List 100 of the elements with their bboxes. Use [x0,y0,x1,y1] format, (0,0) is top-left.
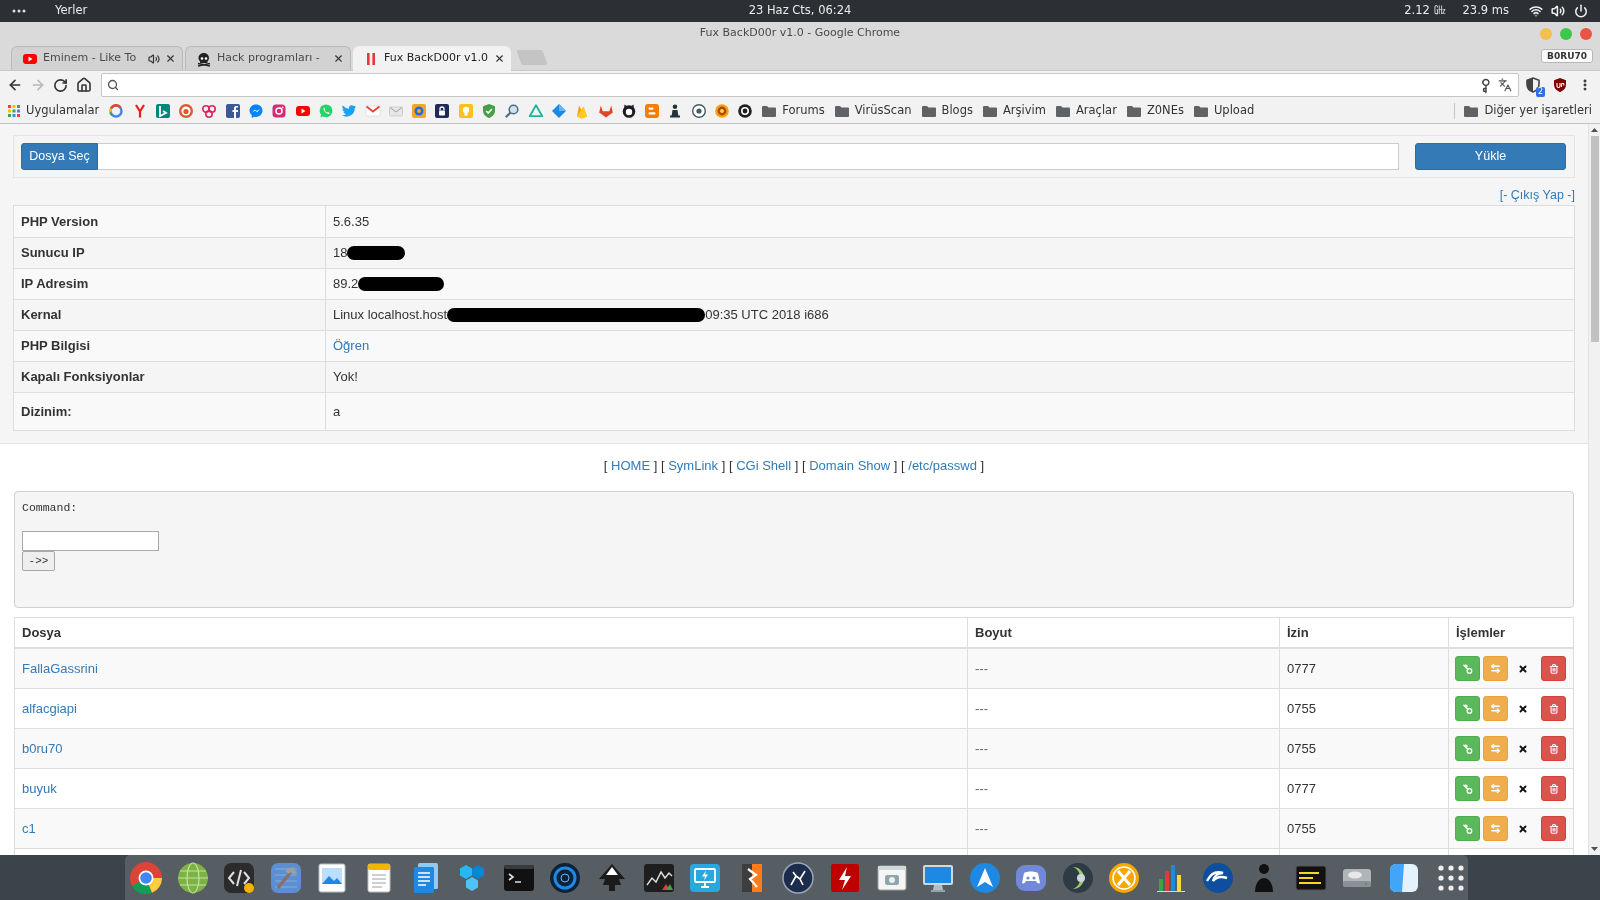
apps-shortcut[interactable]: Uygulamalar [8,102,100,120]
code-icon[interactable] [222,860,257,895]
scrollbar-thumb[interactable] [1590,136,1599,342]
profile-badge[interactable]: B0RU70 [1541,49,1593,63]
shield-extension-icon[interactable] [1525,77,1541,93]
home-button[interactable] [76,77,92,93]
circle-badge-icon[interactable] [781,860,816,895]
nav-link[interactable]: Domain Show [809,458,891,473]
swap-arrows-icon [1490,783,1501,794]
trash-button[interactable] [1541,776,1566,801]
close-tab-icon[interactable] [494,53,505,64]
arrow-circle-icon[interactable] [967,860,1002,895]
magnifier-icon[interactable] [504,103,521,119]
nav-link[interactable]: HOME [611,458,651,473]
browser-tab[interactable]: Hack programları - [185,46,351,70]
play-icon[interactable] [294,103,311,119]
places-menu[interactable]: Yerler [55,2,88,20]
command-input[interactable] [22,531,159,551]
crescent-icon[interactable] [1060,860,1095,895]
speaker-icon[interactable] [148,52,160,65]
envelope-icon[interactable] [364,103,381,119]
x-mark-icon[interactable] [1518,783,1528,794]
cat-icon[interactable] [620,103,637,119]
nav-link[interactable]: CGi Shell [736,458,792,473]
volume-icon[interactable] [1551,4,1565,18]
bookmark-folder[interactable]: Araçlar [1055,102,1117,120]
browser-tab[interactable]: Eminem - Like To [11,46,183,70]
file-link[interactable]: c1 [22,818,36,839]
x-mark-icon[interactable] [1518,743,1528,754]
file-link[interactable]: FallaGassrini [22,658,98,679]
key-button[interactable] [1455,776,1480,801]
close-button[interactable] [1580,27,1592,40]
back-button[interactable] [7,77,23,93]
bookmark-folder[interactable]: Forums [762,102,825,120]
ring-logo-icon[interactable] [108,103,125,119]
x-mark-icon[interactable] [1518,703,1528,714]
file-link[interactable]: buyuk [22,778,57,799]
trash-button[interactable] [1541,656,1566,681]
swap-arrows-icon [1490,703,1501,714]
wifi-icon[interactable] [1529,4,1543,18]
close-tab-icon[interactable] [333,53,344,64]
circles-logo-icon[interactable] [201,103,218,119]
key-button[interactable] [1455,656,1480,681]
bookmark-folder[interactable]: VirüsScan [834,102,912,120]
disc-icon[interactable] [548,860,583,895]
power-icon[interactable] [1574,4,1588,18]
circle-logo-icon[interactable] [737,103,754,119]
clock-text[interactable]: 23 Haz Cts, 06:24 [748,2,852,20]
trash-button[interactable] [1541,736,1566,761]
camera-icon[interactable] [271,103,288,119]
scroll-up-icon[interactable] [1591,128,1598,132]
run-command-button[interactable]: ->> [22,551,55,571]
bookmark-folder[interactable]: Upload [1193,102,1255,120]
wave-circle-icon[interactable] [1200,860,1235,895]
bookmark-folder[interactable]: Z0NEs [1126,102,1184,120]
reload-button[interactable] [53,77,68,93]
php-info-link[interactable]: Öğren [333,336,370,356]
scroll-down-icon[interactable] [1591,847,1598,851]
chat-bubble-icon[interactable] [248,103,265,119]
size-cell-text: --- [975,779,988,798]
translate-icon[interactable] [1498,78,1512,92]
row-label: IP Adresim [21,275,89,294]
key-button[interactable] [1455,696,1480,721]
file-name-field[interactable] [98,143,1399,170]
nav-link[interactable]: SymLink [668,458,719,473]
dots-menu-icon[interactable] [12,9,26,13]
browser-icon[interactable] [129,860,163,895]
other-bookmarks-folder[interactable]: Diğer yer işaretleri [1464,102,1592,120]
key-button[interactable] [1455,736,1480,761]
trash-button[interactable] [1541,696,1566,721]
shield-extension-icon[interactable] [1552,77,1568,93]
file-link[interactable]: b0ru70 [22,738,63,759]
row-label: Kernal [21,306,62,325]
lock-icon[interactable] [434,103,451,119]
close-tab-icon[interactable] [165,53,176,64]
x-mark-icon[interactable] [1518,663,1528,674]
square-logo-icon[interactable] [224,103,241,119]
at-sign-icon[interactable] [411,103,428,119]
square-logo-icon[interactable] [154,103,171,119]
nav-link[interactable]: /etc/passwd [908,458,977,473]
x-mark-icon[interactable] [1518,823,1528,834]
bookmark-folder[interactable]: Blogs [921,102,973,120]
medal-icon[interactable] [714,103,730,119]
browser-tab[interactable]: Fux BackD00r v1.0 [353,46,511,71]
bird-icon[interactable] [341,103,358,119]
logout-link[interactable]: [- Çıkış Yap -] [1499,186,1575,202]
x-circle-icon[interactable] [1107,860,1142,895]
hammer-icon[interactable] [268,860,303,895]
scrollbar[interactable] [1588,124,1600,855]
globe-icon[interactable] [175,860,210,895]
bookmark-folder[interactable]: Arşivim [982,102,1046,120]
key-button[interactable] [1455,816,1480,841]
diamond-icon[interactable] [550,103,567,119]
circle-logo-icon[interactable] [690,103,707,119]
trash-button[interactable] [1541,816,1566,841]
upload-button[interactable]: Yükle [1415,143,1566,170]
choose-file-button[interactable]: Dosya Seç [21,143,98,170]
address-field[interactable] [101,73,1519,97]
file-link[interactable]: alfacgiapi [22,698,77,719]
shield-icon[interactable] [481,103,498,119]
